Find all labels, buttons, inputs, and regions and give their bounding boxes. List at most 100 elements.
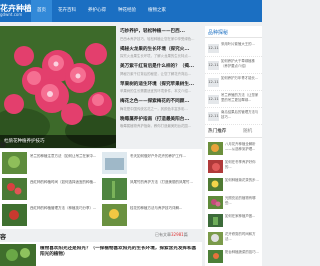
sidebar-item-text[interactable]: 南瓜结果后的管理方法与技巧... bbox=[221, 110, 261, 124]
sidebar-item-text[interactable]: 采用叶片繁殖大王的... bbox=[221, 42, 261, 56]
hot-thumb-image[interactable] bbox=[208, 214, 223, 227]
hot-item-text[interactable]: 如何在家种植芦荟... bbox=[225, 214, 261, 228]
tab-random[interactable]: 随机 bbox=[243, 128, 252, 134]
sidebar-item-text[interactable]: 如何养护大千草绿植株（养护要点介绍） bbox=[221, 59, 261, 73]
article-desc: 梅花是中国传统名花之一，其颜色丰富多彩... bbox=[120, 106, 188, 111]
sidebar: 品种探秘 12-11 采用叶片繁殖大王的... 12-11 如何养护大千草绿植株… bbox=[205, 26, 262, 266]
latest-article-title[interactable]: 植物喜欢阳光还是阳光？（一探植物喜欢阳光的生长环境，探索含光发挥和喜阳光的植物） bbox=[40, 246, 200, 260]
sidebar-item[interactable]: 12-11 南瓜结果后的管理方法与技巧... bbox=[205, 108, 262, 125]
article-item[interactable]: 苹果树的适生环境（探究苹果树生... 苹果树的生长需要适宜的环境条件，本文介绍.… bbox=[120, 79, 202, 97]
sidebar-tabs: 热门推荐 随机 bbox=[205, 126, 262, 138]
secret-card[interactable]: 凤尾竹的养护方法（打造美丽的凤尾竹... bbox=[102, 178, 202, 202]
count-suffix: 篇 bbox=[183, 232, 188, 237]
featured-caption[interactable]: 杜鹃花种植养护技巧 bbox=[0, 135, 116, 148]
sidebar-item-text[interactable]: 吊兰养殖的方法（让您家里的吊兰更加翠绿... bbox=[221, 93, 261, 107]
hot-item-text[interactable]: 光照充足的植物有哪些... bbox=[225, 196, 261, 210]
sidebar-item[interactable]: 12-11 采用叶片繁殖大王的... bbox=[205, 40, 262, 57]
hot-thumb-image[interactable] bbox=[208, 160, 223, 173]
hot-item[interactable]: 如何在家种植芦荟... bbox=[205, 212, 262, 230]
date-badge: 12-11 bbox=[208, 77, 219, 87]
hot-item-text[interactable]: 花卉修剪的时间和方法... bbox=[225, 232, 261, 246]
card-thumb-image[interactable] bbox=[102, 204, 127, 226]
hot-thumb-image[interactable] bbox=[208, 142, 223, 155]
nav-item-experience[interactable]: 种花经验 bbox=[112, 0, 142, 22]
article-desc: 探究火龙果生长环境，了解火龙果的生长特点... bbox=[120, 54, 192, 58]
card-thumb-image[interactable] bbox=[2, 178, 27, 200]
tab-hot[interactable]: 热门推荐 bbox=[208, 128, 226, 134]
section-title-secrets: 秘 bbox=[0, 142, 7, 149]
latest-panel: 植物喜欢阳光还是阳光？（一探植物喜欢阳光的生长环境，探索含光发挥和喜阳光的植物） bbox=[0, 242, 202, 266]
secret-card[interactable]: 西红柿的种植管理方法（种植技巧分享）... bbox=[2, 204, 102, 228]
hot-item[interactable]: 如何种植菊花茶的步... bbox=[205, 176, 262, 194]
logo-domain: gdwnt.com bbox=[0, 12, 23, 17]
featured-image[interactable]: 杜鹃花种植养护技巧 bbox=[0, 26, 116, 148]
card-text[interactable]: 西红柿的种植管理方法（种植技巧分享）... bbox=[30, 206, 101, 226]
hot-item-text[interactable]: 阳台种植蔬菜的技巧... bbox=[225, 250, 261, 264]
hot-thumb-image[interactable] bbox=[208, 232, 223, 245]
hot-item[interactable]: 八月花卉种植全解析——从选种到护理... bbox=[205, 140, 262, 158]
secret-card[interactable]: 西红柿的种植时间（如何选择适宜的种植... bbox=[2, 178, 102, 202]
sidebar-title: 品种探秘 bbox=[208, 30, 229, 36]
site-header: 花卉种植网 gdwnt.com 首页 花卉百科 养护心得 种花经验 植物之家 bbox=[0, 0, 262, 22]
article-desc: 晚莓属植物养护指南，教你打造最美阳台花园... bbox=[120, 124, 192, 128]
article-desc: 巴西木养护技巧，轻松种植让您在家中享受绿色... bbox=[120, 36, 195, 41]
article-list: 巧妙养护，轻松种植——巴西... 巴西木养护技巧，轻松种植让您在家中享受绿色..… bbox=[120, 26, 202, 131]
hot-item[interactable]: 如何在冬季养护好你的... bbox=[205, 158, 262, 176]
card-text[interactable]: 西红柿的种植时间（如何选择适宜的种植... bbox=[30, 180, 101, 200]
hot-thumb-image[interactable] bbox=[208, 178, 223, 191]
article-item[interactable]: 晚莓属养护指南（打造最美阳台... 晚莓属植物养护指南，教你打造最美阳台花园..… bbox=[120, 114, 202, 132]
sidebar-item-text[interactable]: 如何养护万年青才能长... bbox=[221, 76, 261, 90]
nav-item-encyclopedia[interactable]: 花卉百科 bbox=[52, 0, 82, 22]
date-badge: 12-11 bbox=[208, 60, 219, 70]
nav-item-plants[interactable]: 植物之家 bbox=[142, 0, 172, 22]
card-thumb-image[interactable] bbox=[102, 152, 127, 174]
article-item[interactable]: 巧妙养护，轻松种植——巴西... 巴西木养护技巧，轻松种植让您在家中享受绿色..… bbox=[120, 26, 202, 44]
article-title[interactable]: 晚莓属养护指南（打造最美阳台... bbox=[120, 116, 202, 122]
sidebar-list: 12-11 采用叶片繁殖大王的... 12-11 如何养护大千草绿植株（养护要点… bbox=[205, 40, 262, 125]
secret-card[interactable]: 冬天如何做好户外花卉的养护工作... bbox=[102, 152, 202, 176]
hot-item-text[interactable]: 如何种植菊花茶的步... bbox=[225, 178, 261, 192]
hot-thumb-image[interactable] bbox=[208, 250, 223, 263]
article-title[interactable]: 梅花之色——探索梅花的不同颜... bbox=[120, 98, 202, 104]
card-text[interactable]: 凤尾竹的养护方法（打造美丽的凤尾竹... bbox=[130, 180, 201, 200]
section-title-latest: 容 bbox=[0, 234, 7, 241]
hot-item[interactable]: 光照充足的植物有哪些... bbox=[205, 194, 262, 212]
hot-item-text[interactable]: 八月花卉种植全解析——从选种到护理... bbox=[225, 142, 261, 156]
article-count: 已有文章32981篇 bbox=[155, 232, 188, 238]
secret-card[interactable]: 桂花的种植方法与养护技巧详解... bbox=[102, 204, 202, 228]
card-thumb-image[interactable] bbox=[2, 204, 27, 226]
sidebar-item[interactable]: 12-11 吊兰养殖的方法（让您家里的吊兰更加翠绿... bbox=[205, 91, 262, 108]
card-text[interactable]: 吊兰的种植注意方法（如何让吊兰在家中... bbox=[30, 154, 101, 174]
main-nav: 首页 花卉百科 养护心得 种花经验 植物之家 bbox=[31, 0, 172, 22]
date-badge: 12-11 bbox=[208, 94, 219, 104]
sidebar-item[interactable]: 12-11 如何养护大千草绿植株（养护要点介绍） bbox=[205, 57, 262, 74]
card-thumb-image[interactable] bbox=[102, 178, 127, 200]
secrets-panel: 吊兰的种植注意方法（如何让吊兰在家中... 冬天如何做好户外花卉的养护工作...… bbox=[0, 149, 202, 229]
card-thumb-image[interactable] bbox=[2, 152, 27, 174]
article-title[interactable]: 美万紫千红背后是什么样的？（揭... bbox=[120, 63, 202, 69]
card-text[interactable]: 冬天如何做好户外花卉的养护工作... bbox=[130, 154, 201, 174]
secret-card[interactable]: 吊兰的种植注意方法（如何让吊兰在家中... bbox=[2, 152, 102, 176]
article-item[interactable]: 梅花之色——探索梅花的不同颜... 梅花是中国传统名花之一，其颜色丰富多彩... bbox=[120, 96, 202, 114]
nav-item-care[interactable]: 养护心得 bbox=[82, 0, 112, 22]
article-item[interactable]: 美万紫千红背后是什么样的？（揭... 揭秘万紫千红背后的秘密，让您了解花卉背后.… bbox=[120, 61, 202, 79]
article-title[interactable]: 苹果树的适生环境（探究苹果树生... bbox=[120, 81, 202, 87]
latest-thumb-image[interactable] bbox=[0, 244, 36, 266]
nav-item-home[interactable]: 首页 bbox=[31, 0, 52, 22]
article-item[interactable]: 揭秘火龙果的生长环境（探究火... 探究火龙果生长环境，了解火龙果的生长特点..… bbox=[120, 44, 202, 62]
article-desc: 揭秘万紫千红背后的秘密，让您了解花卉背后... bbox=[120, 71, 192, 76]
hot-thumb-image[interactable] bbox=[208, 196, 223, 209]
site-logo[interactable]: 花卉种植网 gdwnt.com bbox=[0, 3, 40, 17]
hot-item[interactable]: 花卉修剪的时间和方法... bbox=[205, 230, 262, 248]
count-number: 32981 bbox=[171, 232, 184, 237]
article-desc: 苹果树的生长需要适宜的环境条件，本文介绍... bbox=[120, 89, 192, 93]
article-title[interactable]: 巧妙养护，轻松种植——巴西... bbox=[120, 28, 202, 34]
date-badge: 12-11 bbox=[208, 43, 219, 53]
date-badge: 12-11 bbox=[208, 111, 219, 121]
hot-item[interactable]: 阳台种植蔬菜的技巧... bbox=[205, 248, 262, 266]
hot-item-text[interactable]: 如何在冬季养护好你的... bbox=[225, 160, 261, 174]
azalea-photo bbox=[0, 26, 116, 148]
sidebar-item[interactable]: 12-11 如何养护万年青才能长... bbox=[205, 74, 262, 91]
article-title[interactable]: 揭秘火龙果的生长环境（探究火... bbox=[120, 46, 202, 52]
card-text[interactable]: 桂花的种植方法与养护技巧详解... bbox=[130, 206, 201, 226]
